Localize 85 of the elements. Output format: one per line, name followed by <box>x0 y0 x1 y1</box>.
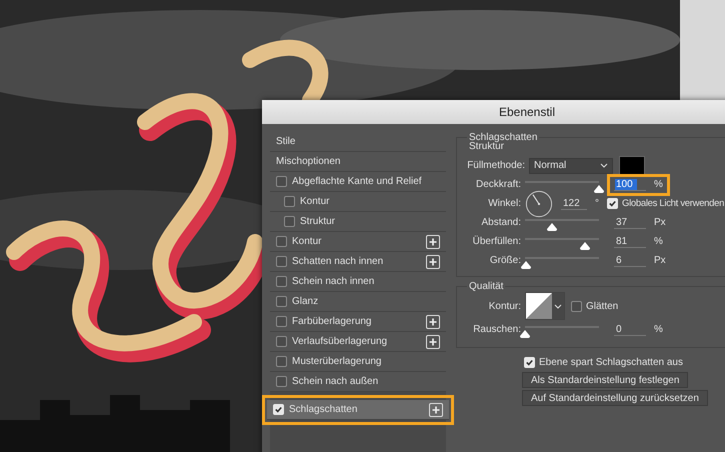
group-title: Qualität <box>468 281 504 292</box>
value-field[interactable]: 0 <box>614 324 646 336</box>
checkbox[interactable] <box>284 216 295 227</box>
style-item[interactable]: Glanz <box>270 292 446 312</box>
style-label: Stile <box>276 136 296 147</box>
style-item[interactable]: Struktur <box>270 212 446 232</box>
field-label: Deckkraft: <box>474 179 521 190</box>
field-label: Winkel: <box>487 198 521 209</box>
checkbox[interactable] <box>276 336 287 347</box>
caret-icon[interactable] <box>600 163 608 168</box>
blend-mode-dropdown[interactable]: Normal <box>529 158 613 174</box>
style-item[interactable]: Schein nach außen <box>270 372 446 392</box>
style-label: Schlagschatten <box>289 404 358 415</box>
unit-label: ° <box>595 198 599 209</box>
style-item[interactable]: Kontur <box>270 192 446 212</box>
unit-label: % <box>654 324 663 335</box>
style-item[interactable]: Mischoptionen <box>270 152 446 172</box>
style-item[interactable]: Schlagschatten <box>267 400 449 420</box>
dialog-button[interactable]: Als Standardeinstellung festlegen <box>522 372 688 388</box>
color-swatch[interactable] <box>619 156 645 175</box>
checkbox[interactable] <box>276 316 287 327</box>
style-label: Schatten nach innen <box>292 256 384 267</box>
style-label: Verlaufsüberlagerung <box>292 336 388 347</box>
slider-thumb[interactable] <box>520 260 532 270</box>
style-label: Schein nach außen <box>292 376 380 387</box>
contour-picker[interactable] <box>525 292 565 320</box>
add-icon[interactable] <box>426 234 440 248</box>
caret-icon[interactable] <box>554 304 562 308</box>
style-item[interactable]: Kontur <box>270 232 446 252</box>
style-label: Mischoptionen <box>276 156 342 167</box>
value-field[interactable]: 81 <box>614 236 646 248</box>
style-item[interactable]: Stile <box>270 132 446 152</box>
checkbox-label: Globales Licht verwenden <box>622 198 724 209</box>
style-label: Kontur <box>300 196 330 207</box>
checkbox[interactable] <box>276 256 287 267</box>
slider-thumb[interactable] <box>578 240 591 250</box>
add-icon[interactable] <box>426 334 440 348</box>
field-label: Abstand: <box>480 217 521 228</box>
slider-thumb[interactable] <box>546 222 558 232</box>
unit-label: Px <box>654 217 666 228</box>
value-field[interactable]: 100 <box>614 178 646 190</box>
add-icon[interactable] <box>426 314 440 328</box>
checkbox[interactable] <box>571 300 582 312</box>
field-label: Überfüllen: <box>472 236 521 247</box>
angle-dial[interactable] <box>525 190 553 218</box>
style-label: Musterüberlagerung <box>292 356 382 367</box>
checkbox-label: Glätten <box>586 300 618 312</box>
style-label: Abgeflachte Kante und Relief <box>292 176 423 187</box>
style-item[interactable]: Verlaufsüberlagerung <box>270 332 446 352</box>
field-label: Kontur: <box>488 300 521 312</box>
style-item[interactable]: Abgeflachte Kante und Relief <box>270 172 446 192</box>
field-label: Füllmethode: <box>466 160 525 171</box>
style-label: Glanz <box>292 296 320 307</box>
checkbox[interactable] <box>276 356 287 367</box>
slider-thumb[interactable] <box>593 184 605 194</box>
value-field[interactable]: 6 <box>614 254 646 266</box>
style-label: Kontur <box>292 236 322 247</box>
style-item[interactable]: Schein nach innen <box>270 272 446 292</box>
style-label: Farbüberlagerung <box>292 316 372 327</box>
checkbox[interactable] <box>284 196 295 207</box>
unit-label: Px <box>654 255 666 266</box>
add-icon[interactable] <box>429 402 443 416</box>
checkbox[interactable] <box>276 376 287 387</box>
style-item[interactable]: Farbüberlagerung <box>270 312 446 332</box>
field-label: Größe: <box>488 255 521 266</box>
checkbox[interactable] <box>276 296 287 307</box>
unit-label: % <box>654 236 663 247</box>
style-label: Schein nach innen <box>292 276 376 287</box>
style-item[interactable]: Schatten nach innen <box>270 252 446 272</box>
checkbox[interactable] <box>276 276 287 287</box>
unit-label: % <box>654 179 663 190</box>
style-item[interactable]: Musterüberlagerung <box>270 352 446 372</box>
section-title: Struktur <box>469 141 504 152</box>
slider-thumb[interactable] <box>519 328 531 338</box>
dialog-button[interactable]: Auf Standardeinstellung zurücksetzen <box>522 390 708 406</box>
value-field[interactable]: 122 <box>561 198 587 210</box>
value-field[interactable]: 37 <box>614 216 646 228</box>
checkbox-label: Ebene spart Schlagschatten aus <box>539 356 683 368</box>
style-label: Struktur <box>300 216 336 227</box>
field-label: Rauschen: <box>472 324 521 335</box>
window-title: Ebenenstil <box>262 100 725 124</box>
checkbox[interactable] <box>276 236 287 247</box>
add-icon[interactable] <box>426 254 440 268</box>
group-title: Schlagschatten <box>468 132 538 143</box>
checkbox[interactable] <box>276 176 287 187</box>
